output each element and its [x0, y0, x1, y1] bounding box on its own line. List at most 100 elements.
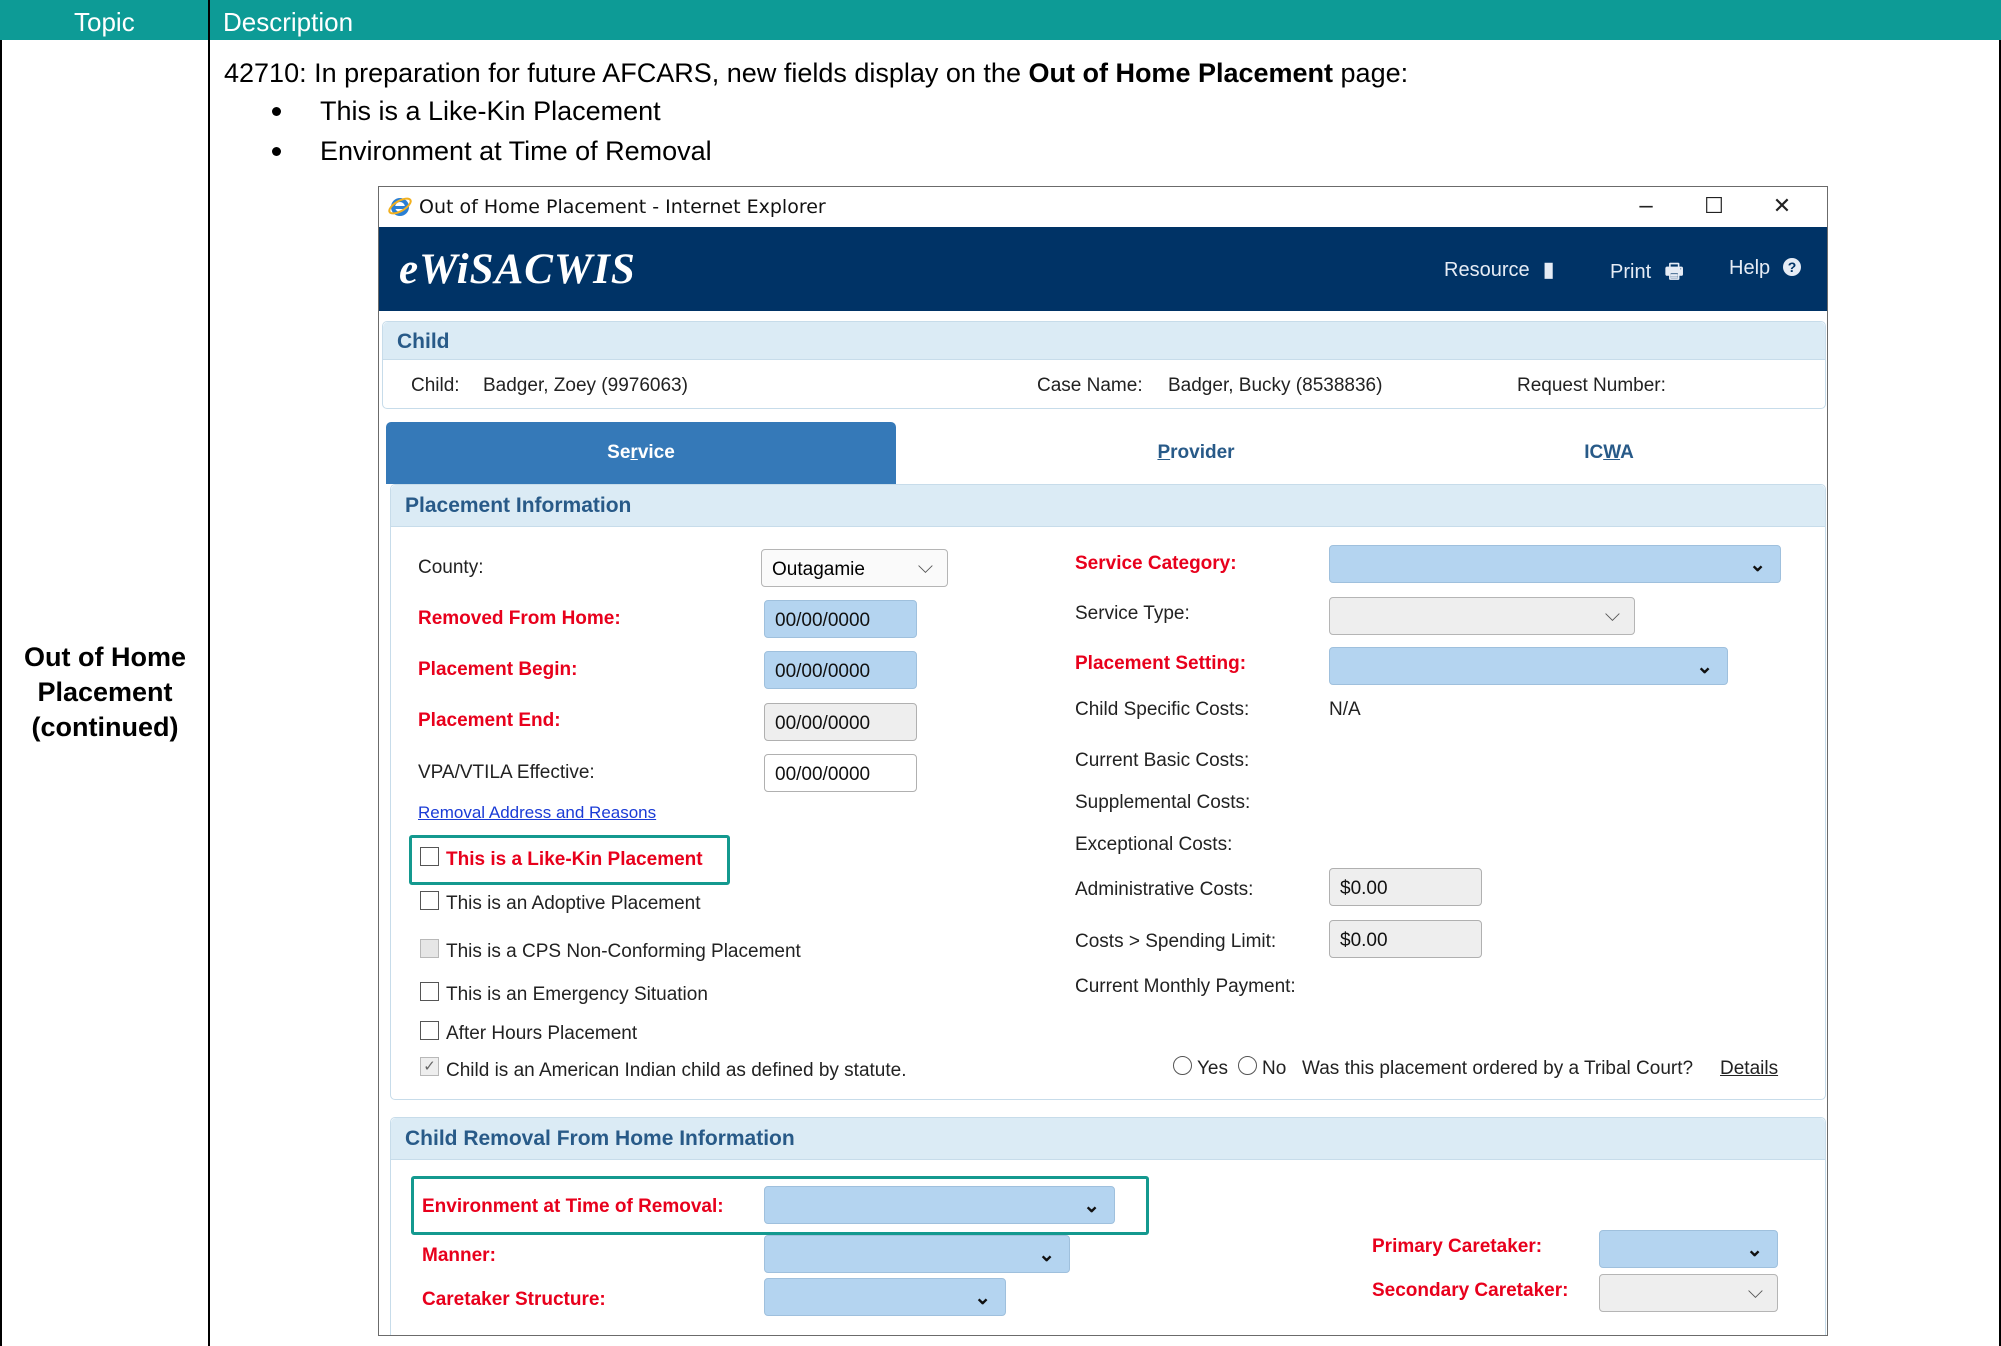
placement-end-input[interactable]: 00/00/0000: [764, 703, 917, 741]
tab-icwa[interactable]: ICWA: [1509, 422, 1709, 484]
secondary-caretaker-select[interactable]: ⌵: [1599, 1274, 1778, 1312]
bullet-item: This is a Like-Kin Placement: [320, 96, 661, 126]
bullet-icon: [272, 147, 281, 156]
chevron-down-icon: ⌄: [1038, 1244, 1055, 1266]
case-name-value: Badger, Bucky (8538836): [1168, 375, 1383, 396]
print-link[interactable]: Print 🖶: [1610, 257, 1684, 291]
service-type-label: Service Type:: [1075, 603, 1190, 624]
placement-panel-header: Placement Information: [391, 485, 1825, 527]
topic-header: Topic: [74, 7, 135, 37]
placement-panel: Placement Information County: Outagamie …: [390, 484, 1826, 1100]
administrative-costs-label: Administrative Costs:: [1075, 879, 1254, 900]
request-number-label: Request Number:: [1517, 375, 1666, 396]
like-kin-checkbox[interactable]: [420, 847, 439, 866]
primary-caretaker-select[interactable]: ⌄: [1599, 1230, 1778, 1268]
child-value: Badger, Zoey (9976063): [483, 375, 688, 396]
american-indian-checkbox[interactable]: ✓: [420, 1057, 439, 1076]
tribal-no-radio[interactable]: [1238, 1056, 1257, 1075]
internet-explorer-icon: [388, 197, 412, 216]
placement-setting-label: Placement Setting:: [1075, 653, 1247, 674]
manner-select[interactable]: ⌄: [764, 1235, 1070, 1273]
description-header: Description: [223, 7, 354, 37]
chevron-down-icon: ⌄: [1083, 1195, 1100, 1217]
placement-setting-select[interactable]: ⌄: [1329, 647, 1728, 685]
emergency-label: This is an Emergency Situation: [446, 984, 708, 1005]
current-basic-costs-label: Current Basic Costs:: [1075, 750, 1250, 771]
tab-service[interactable]: Service: [386, 422, 896, 484]
placement-end-label: Placement End:: [418, 710, 561, 731]
intro-suffix: page:: [1333, 58, 1409, 88]
browser-window: Out of Home Placement - Internet Explore…: [378, 186, 1828, 1336]
chevron-down-icon: ⌵: [917, 556, 933, 578]
child-panel-title: Child: [397, 330, 450, 353]
removal-panel-title: Child Removal From Home Information: [405, 1127, 795, 1150]
removed-from-home-input[interactable]: 00/00/0000: [764, 600, 917, 638]
supplemental-costs-label: Supplemental Costs:: [1075, 792, 1251, 813]
removed-from-home-label: Removed From Home:: [418, 608, 621, 629]
cps-label: This is a CPS Non-Conforming Placement: [446, 941, 801, 962]
case-name-label: Case Name:: [1037, 375, 1143, 396]
service-type-select[interactable]: ⌵: [1329, 597, 1635, 635]
placement-begin-input[interactable]: 00/00/0000: [764, 651, 917, 689]
resource-label: Resource: [1444, 259, 1530, 281]
tab-provider[interactable]: Provider: [976, 422, 1416, 484]
primary-caretaker-label: Primary Caretaker:: [1372, 1236, 1543, 1257]
help-icon: ?: [1782, 258, 1801, 276]
tribal-yes-radio[interactable]: [1173, 1056, 1192, 1075]
emergency-checkbox[interactable]: [420, 982, 439, 1001]
help-link[interactable]: Help ?: [1729, 257, 1802, 280]
county-select[interactable]: Outagamie ⌵: [761, 549, 948, 587]
chevron-down-icon: ⌄: [1696, 656, 1713, 678]
child-label: Child:: [411, 375, 460, 396]
print-label: Print: [1610, 261, 1652, 283]
administrative-costs-input[interactable]: $0.00: [1329, 868, 1482, 906]
child-panel: Child Child: Badger, Zoey (9976063) Case…: [382, 321, 1826, 409]
vpa-label: VPA/VTILA Effective:: [418, 762, 595, 783]
tribal-court-question: Was this placement ordered by a Tribal C…: [1302, 1058, 1694, 1079]
removal-panel-header: Child Removal From Home Information: [391, 1118, 1825, 1160]
topic-line: Out of Home: [24, 642, 186, 672]
after-hours-label: After Hours Placement: [446, 1023, 638, 1044]
adoptive-checkbox[interactable]: [420, 891, 439, 910]
caretaker-structure-select[interactable]: ⌄: [764, 1278, 1006, 1316]
after-hours-checkbox[interactable]: [420, 1021, 439, 1040]
app-logo: eWiSACWIS: [399, 246, 636, 293]
maximize-button[interactable]: ☐: [1697, 191, 1731, 221]
removal-panel: Child Removal From Home Information Envi…: [390, 1117, 1826, 1335]
environment-select[interactable]: ⌄: [764, 1186, 1115, 1224]
vpa-effective-input[interactable]: 00/00/0000: [764, 754, 917, 792]
tribal-no-label: No: [1262, 1058, 1287, 1079]
manner-label: Manner:: [422, 1245, 496, 1266]
bullet-item: Environment at Time of Removal: [320, 136, 712, 166]
bullet-icon: [272, 107, 281, 116]
spending-limit-label: Costs > Spending Limit:: [1075, 931, 1277, 952]
chevron-down-icon: ⌄: [1746, 1239, 1763, 1261]
topic-line: (continued): [31, 712, 179, 742]
county-label: County:: [418, 557, 484, 578]
intro-text: 42710: In preparation for future AFCARS,…: [224, 58, 1408, 89]
exceptional-costs-label: Exceptional Costs:: [1075, 834, 1233, 855]
service-category-select[interactable]: ⌄: [1329, 545, 1781, 583]
details-link[interactable]: Details: [1720, 1058, 1778, 1080]
printer-icon: 🖶: [1664, 261, 1684, 283]
adoptive-label: This is an Adoptive Placement: [446, 893, 701, 914]
environment-label: Environment at Time of Removal:: [422, 1196, 724, 1217]
minimize-button[interactable]: –: [1629, 191, 1663, 221]
removal-address-link[interactable]: Removal Address and Reasons: [418, 803, 656, 823]
resource-link[interactable]: Resource ▮: [1444, 257, 1554, 282]
window-title: Out of Home Placement - Internet Explore…: [419, 196, 826, 218]
like-kin-label: This is a Like-Kin Placement: [446, 849, 703, 870]
current-monthly-payment-label: Current Monthly Payment:: [1075, 976, 1296, 997]
service-category-label: Service Category:: [1075, 553, 1237, 574]
secondary-caretaker-label: Secondary Caretaker:: [1372, 1280, 1569, 1301]
table-header-row: Topic Description: [0, 0, 2001, 40]
child-specific-costs-label: Child Specific Costs:: [1075, 699, 1250, 720]
close-button[interactable]: ✕: [1765, 191, 1799, 221]
county-value: Outagamie: [772, 559, 865, 580]
chevron-down-icon: ⌄: [974, 1287, 991, 1309]
chevron-down-icon: ⌵: [1604, 604, 1620, 626]
spending-limit-input[interactable]: $0.00: [1329, 920, 1482, 958]
chevron-down-icon: ⌄: [1749, 554, 1766, 576]
tribal-yes-label: Yes: [1197, 1058, 1228, 1079]
cps-checkbox[interactable]: [420, 939, 439, 958]
